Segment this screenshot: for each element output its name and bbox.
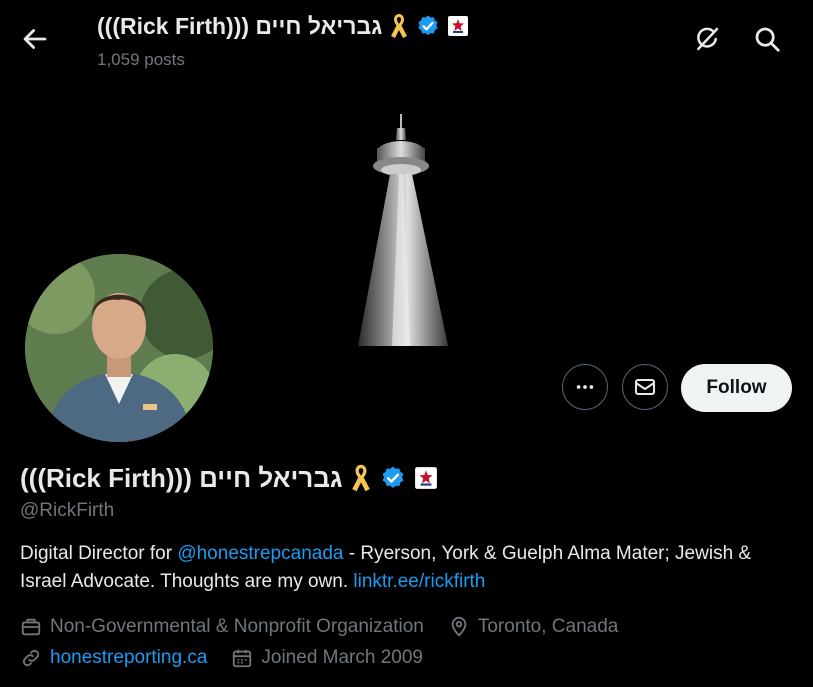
follow-button[interactable]: Follow <box>681 364 792 412</box>
top-bar: (((Rick Firth))) גבריאל חיים 1,059 posts <box>0 0 813 80</box>
more-dots-icon <box>574 376 596 398</box>
profile-bio: Digital Director for @honestrepcanada - … <box>20 540 800 596</box>
profile-display-name: (((Rick Firth))) גבריאל חיים <box>20 462 438 494</box>
grok-icon[interactable] <box>692 24 722 54</box>
website-item: honestreporting.ca <box>20 647 207 669</box>
more-options-button[interactable] <box>562 364 608 410</box>
category-item: Non-Governmental & Nonprofit Organizatio… <box>20 616 424 638</box>
joined-text: Joined March 2009 <box>261 647 423 668</box>
location-pin-icon <box>448 616 470 638</box>
calendar-icon <box>231 647 253 669</box>
header-name-text: (((Rick Firth))) גבריאל חיים <box>97 12 383 39</box>
joined-item: Joined March 2009 <box>231 647 423 669</box>
briefcase-icon <box>20 616 42 638</box>
search-icon[interactable] <box>752 24 782 54</box>
envelope-icon <box>633 375 657 399</box>
back-arrow-icon[interactable] <box>18 22 52 56</box>
affiliate-badge-icon[interactable] <box>447 15 469 37</box>
affiliate-badge-icon[interactable] <box>414 466 438 490</box>
link-icon <box>20 647 42 669</box>
bio-mention-link[interactable]: @honestrepcanada <box>177 543 343 564</box>
yellow-ribbon-icon <box>389 12 409 40</box>
profile-handle: @RickFirth <box>20 500 115 521</box>
message-button[interactable] <box>622 364 668 410</box>
verified-badge-icon[interactable] <box>416 14 440 38</box>
verified-badge-icon[interactable] <box>380 465 406 491</box>
bio-text: Digital Director for <box>20 543 178 564</box>
header-posts-count: 1,059 posts <box>97 50 185 69</box>
bio-url-link[interactable]: linktr.ee/rickfirth <box>353 571 485 592</box>
profile-avatar[interactable] <box>22 251 216 445</box>
location-text: Toronto, Canada <box>477 616 619 637</box>
profile-meta-row-2: honestreporting.ca Joined March 2009 <box>20 647 447 669</box>
profile-meta-row: Non-Governmental & Nonprofit Organizatio… <box>20 616 642 638</box>
category-text: Non-Governmental & Nonprofit Organizatio… <box>50 616 424 637</box>
location-item: Toronto, Canada <box>448 616 619 638</box>
profile-name-text: (((Rick Firth))) גבריאל חיים <box>20 462 343 493</box>
website-link[interactable]: honestreporting.ca <box>50 647 207 669</box>
header-display-name: (((Rick Firth))) גבריאל חיים <box>97 12 469 40</box>
yellow-ribbon-icon <box>350 462 372 494</box>
